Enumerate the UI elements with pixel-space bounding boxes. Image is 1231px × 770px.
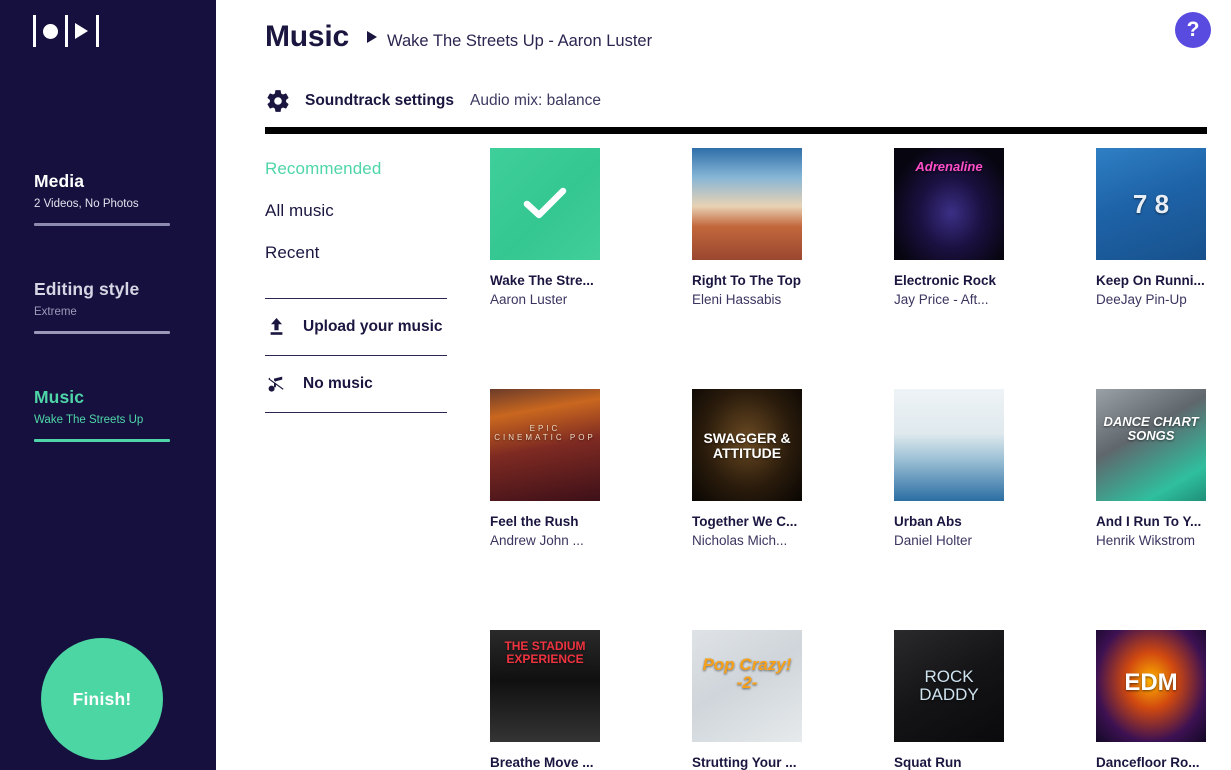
album-art[interactable]: Pop Crazy! -2- xyxy=(692,630,802,742)
record-play-logo-icon xyxy=(33,15,99,47)
track-title: Electronic Rock xyxy=(894,273,997,288)
track-card[interactable]: SWAGGER & ATTITUDE Together We C... Nichol… xyxy=(692,389,802,550)
play-triangle-icon[interactable] xyxy=(367,31,378,43)
album-art[interactable]: THE STADIUM EXPERIENCE xyxy=(490,630,600,742)
page-title: Music xyxy=(265,20,350,53)
filter-recommended[interactable]: Recommended xyxy=(265,148,447,190)
check-icon xyxy=(490,148,600,260)
help-button[interactable]: ? xyxy=(1175,12,1211,48)
track-card[interactable]: THE STADIUM EXPERIENCEBreathe Move ...Ma… xyxy=(490,630,600,770)
album-art[interactable] xyxy=(490,148,600,260)
album-art[interactable]: ROCK DADDY xyxy=(894,630,1004,742)
gear-icon[interactable] xyxy=(265,88,291,114)
soundtrack-settings-row[interactable]: Soundtrack settings Audio mix: balance xyxy=(265,88,601,114)
sidebar-editing-underline xyxy=(34,331,170,334)
album-art[interactable] xyxy=(894,389,1004,501)
track-card[interactable]: Pop Crazy! -2-Strutting Your ...Brian Bu… xyxy=(692,630,802,770)
sidebar: Media 2 Videos, No Photos Editing style … xyxy=(0,0,216,770)
logo-bar-left xyxy=(33,15,36,47)
track-title: Wake The Stre... xyxy=(490,273,594,288)
music-picker-screen: Media 2 Videos, No Photos Editing style … xyxy=(0,0,1231,770)
sidebar-media-underline xyxy=(34,223,170,226)
track-card[interactable]: EPIC CINEMATIC POP Feel the Rush Andrew Jo… xyxy=(490,389,600,550)
logo-bar-middle xyxy=(65,15,68,47)
sidebar-item-music[interactable]: Music Wake The Streets Up xyxy=(34,386,170,442)
filter-list: Recommended All music Recent Upload your… xyxy=(265,148,447,413)
sidebar-editing-title: Editing style xyxy=(34,279,140,299)
album-art[interactable]: DANCE CHART SONGS xyxy=(1096,389,1206,501)
music-note-off-icon xyxy=(265,374,287,394)
track-card[interactable]: 7 8 Keep On Runni... DeeJay Pin-Up xyxy=(1096,148,1206,309)
album-art-text: EPIC CINEMATIC POP xyxy=(494,425,596,442)
track-card[interactable]: EDMDancefloor Ro...Claude Njoya xyxy=(1096,630,1206,770)
album-art[interactable]: Adrenaline xyxy=(894,148,1004,260)
track-artist: Andrew John ... xyxy=(490,533,584,548)
track-artist: Eleni Hassabis xyxy=(692,292,782,307)
record-dot-icon xyxy=(43,23,58,39)
track-title: Squat Run xyxy=(894,755,962,770)
track-title: And I Run To Y... xyxy=(1096,514,1202,529)
track-artist: Jay Price - Aft... xyxy=(894,292,989,307)
track-title: Right To The Top xyxy=(692,273,801,288)
track-artist: Nicholas Mich... xyxy=(692,533,788,548)
track-card[interactable]: Urban Abs Daniel Holter xyxy=(894,389,1004,550)
album-art-text: EDM xyxy=(1124,670,1178,696)
track-card[interactable]: Right To The Top Eleni Hassabis xyxy=(692,148,802,309)
track-grid: Wake The Stre... Aaron Luster Right To The… xyxy=(490,148,1206,770)
sidebar-item-editing-style[interactable]: Editing style Extreme xyxy=(34,278,170,334)
track-card[interactable]: ROCK DADDYSquat RunFrederic Vitani xyxy=(894,630,1004,770)
track-artist: Henrik Wikstrom xyxy=(1096,533,1196,548)
logo-bar-right xyxy=(96,15,99,47)
track-title: Breathe Move ... xyxy=(490,755,594,770)
track-artist: DeeJay Pin-Up xyxy=(1096,292,1187,307)
track-title: Together We C... xyxy=(692,514,798,529)
audio-mix-value: Audio mix: balance xyxy=(470,92,601,109)
sidebar-item-media[interactable]: Media 2 Videos, No Photos xyxy=(34,170,170,226)
upload-your-music-button[interactable]: Upload your music xyxy=(265,299,447,355)
album-art[interactable]: SWAGGER & ATTITUDE xyxy=(692,389,802,501)
album-art-text: SWAGGER & ATTITUDE xyxy=(703,431,791,462)
album-art-text: 7 8 xyxy=(1132,190,1170,219)
album-art[interactable] xyxy=(692,148,802,260)
now-playing-label: Wake The Streets Up - Aaron Luster xyxy=(387,32,653,50)
page-header: Music Wake The Streets Up - Aaron Luster xyxy=(265,20,652,54)
track-artist: Aaron Luster xyxy=(490,292,568,307)
album-art-text: DANCE CHART SONGS xyxy=(1103,415,1199,444)
album-art-text: THE STADIUM EXPERIENCE xyxy=(504,640,586,666)
track-card[interactable]: Adrenaline Electronic Rock Jay Price - Aft… xyxy=(894,148,1004,309)
album-art[interactable]: 7 8 xyxy=(1096,148,1206,260)
track-title: Dancefloor Ro... xyxy=(1096,755,1200,770)
track-card[interactable]: Wake The Stre... Aaron Luster xyxy=(490,148,600,309)
upload-your-music-label: Upload your music xyxy=(303,318,443,335)
finish-button[interactable]: Finish! xyxy=(41,638,163,760)
track-artist: Daniel Holter xyxy=(894,533,973,548)
album-art-text: ROCK DADDY xyxy=(919,668,979,705)
sidebar-music-subtitle: Wake The Streets Up xyxy=(34,414,144,426)
album-art[interactable]: EDM xyxy=(1096,630,1206,742)
track-title: Strutting Your ... xyxy=(692,755,797,770)
main-content: ? Music Wake The Streets Up - Aaron Lust… xyxy=(216,0,1231,770)
album-art-text: Adrenaline xyxy=(915,160,983,174)
sidebar-music-title: Music xyxy=(34,387,85,407)
soundtrack-settings-label: Soundtrack settings xyxy=(305,92,454,109)
play-triangle-icon xyxy=(75,23,88,39)
filter-divider-3 xyxy=(265,412,447,413)
upload-icon xyxy=(265,317,287,337)
album-art-text: Pop Crazy! -2- xyxy=(702,656,792,693)
filter-recent[interactable]: Recent xyxy=(265,232,447,274)
sidebar-media-subtitle: 2 Videos, No Photos xyxy=(34,198,139,210)
sidebar-editing-subtitle: Extreme xyxy=(34,306,77,318)
filter-all-music[interactable]: All music xyxy=(265,190,447,232)
no-music-button[interactable]: No music xyxy=(265,356,447,412)
track-card[interactable]: DANCE CHART SONGS And I Run To Y... Henrik… xyxy=(1096,389,1206,550)
header-divider xyxy=(265,127,1207,134)
sidebar-music-underline xyxy=(34,439,170,442)
no-music-label: No music xyxy=(303,375,373,392)
track-title: Keep On Runni... xyxy=(1096,273,1205,288)
track-title: Feel the Rush xyxy=(490,514,579,529)
sidebar-media-title: Media xyxy=(34,171,85,191)
track-title: Urban Abs xyxy=(894,514,962,529)
album-art[interactable]: EPIC CINEMATIC POP xyxy=(490,389,600,501)
